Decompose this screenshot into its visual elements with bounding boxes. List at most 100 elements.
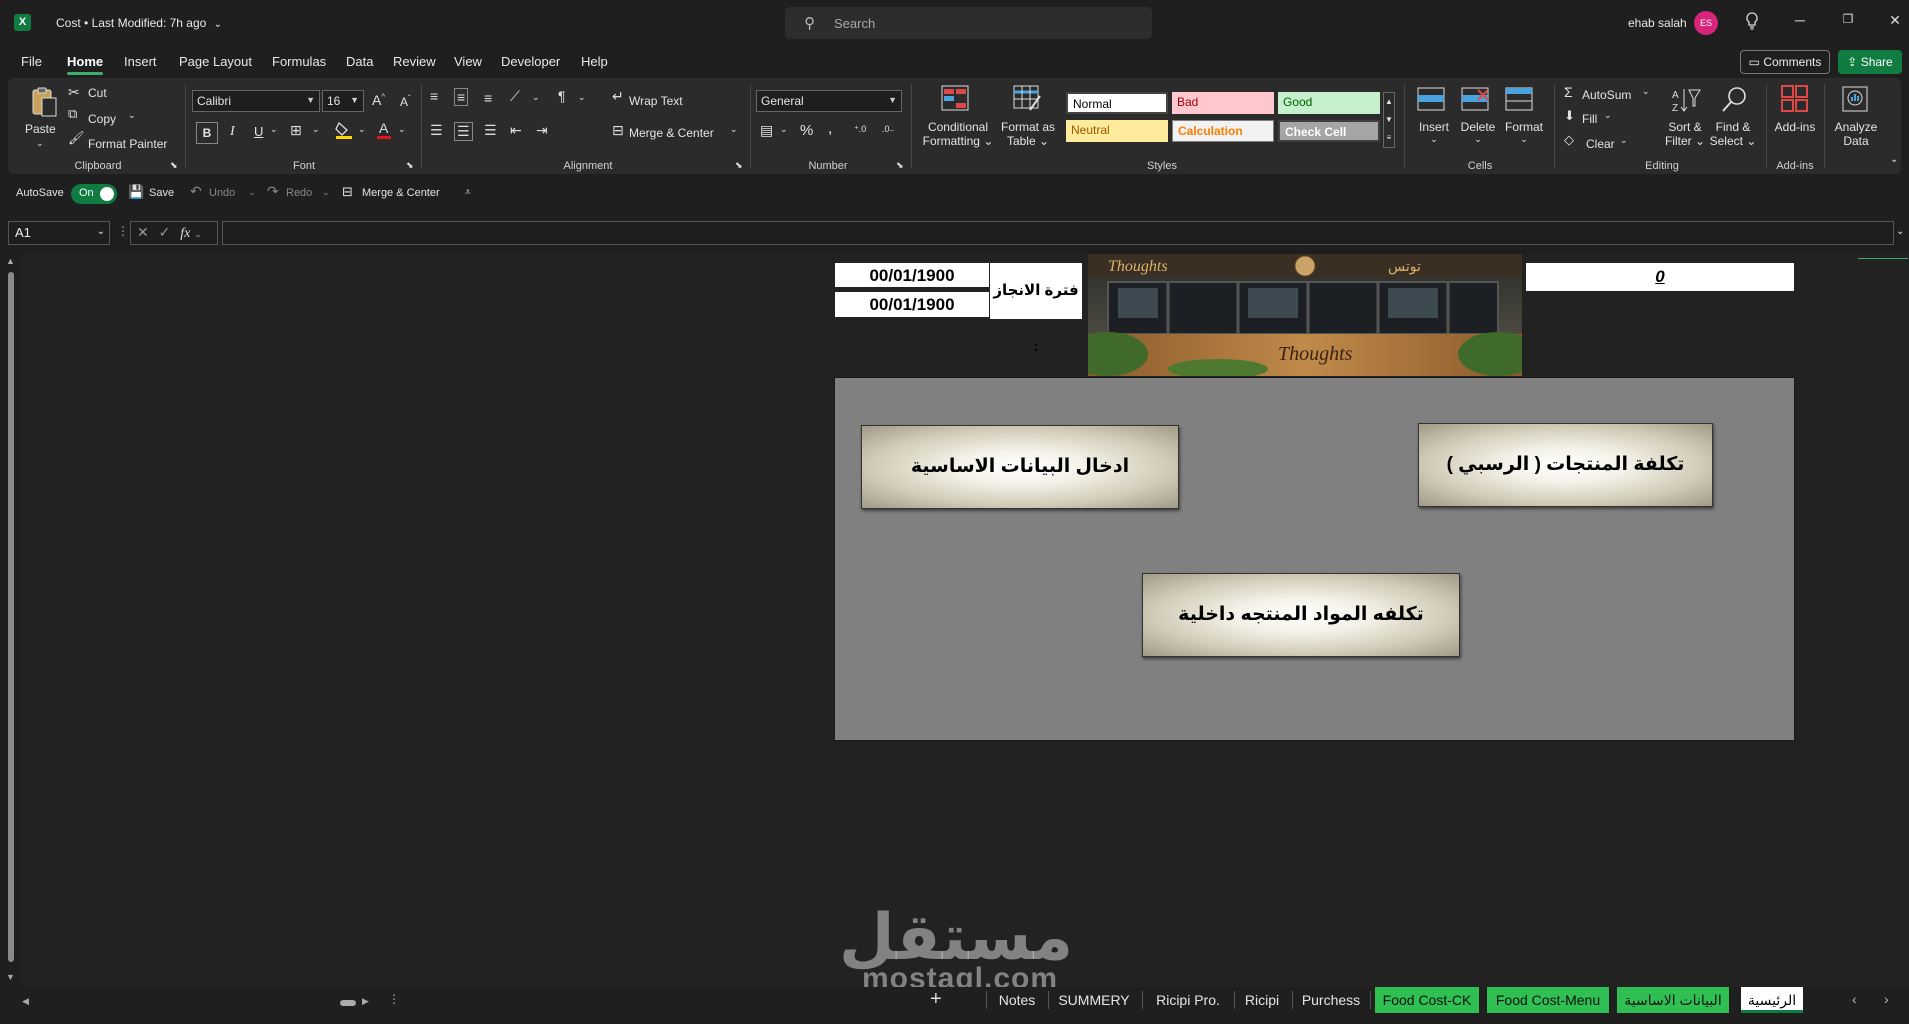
date-to-cell[interactable]: 00/01/1900 — [835, 292, 989, 317]
tab-help[interactable]: Help — [581, 54, 608, 69]
fill-button[interactable]: Fill — [1582, 112, 1597, 126]
increase-font-icon[interactable]: A^ — [372, 92, 385, 108]
style-check-cell[interactable]: Check Cell — [1278, 120, 1380, 142]
paste-button[interactable]: Paste — [25, 122, 56, 136]
chevron-down-icon[interactable]: ⌄ — [1620, 135, 1628, 146]
clear-button[interactable]: Clear — [1586, 137, 1615, 151]
search-input[interactable]: ⚲ Search — [785, 7, 1152, 39]
currency-icon[interactable]: ▤ — [760, 122, 773, 139]
dialog-launcher-icon[interactable]: ⬊ — [170, 160, 178, 171]
save-button[interactable]: Save — [149, 187, 174, 199]
customize-qat-icon[interactable]: ⩡ — [465, 187, 471, 198]
date-from-cell[interactable]: 00/01/1900 — [835, 263, 989, 288]
tab-insert[interactable]: Insert — [124, 54, 157, 69]
bold-button[interactable]: B — [196, 122, 218, 144]
format-as-table-icon[interactable] — [1012, 84, 1044, 112]
align-left-icon[interactable]: ☰ — [430, 122, 443, 139]
scroll-up-icon[interactable]: ▲ — [6, 256, 15, 266]
delete-cells-icon[interactable] — [1460, 86, 1492, 114]
decrease-font-icon[interactable]: Aˇ — [400, 94, 411, 109]
user-name[interactable]: ehab salah — [1628, 16, 1687, 30]
insert-function-button[interactable]: fx — [180, 226, 190, 241]
restore-icon[interactable]: ❐ — [1833, 12, 1863, 26]
delete-cells-button[interactable]: Delete ⌄ — [1458, 120, 1498, 145]
align-top-icon[interactable]: ≡ — [430, 88, 438, 104]
chevron-down-icon[interactable]: ⌄ — [36, 138, 44, 149]
horizontal-scrollbar[interactable]: ◀ ▶ — [22, 995, 372, 1011]
chevron-down-icon[interactable]: ⌄ — [128, 110, 136, 121]
conditional-formatting-icon[interactable] — [940, 84, 972, 112]
align-middle-icon[interactable]: ≡ — [454, 88, 469, 106]
document-title[interactable]: Cost • Last Modified: 7h ago ⌄ — [56, 16, 222, 30]
basic-data-button[interactable]: ادخال البيانات الاساسية — [861, 425, 1179, 509]
style-bad[interactable]: Bad — [1172, 92, 1274, 114]
percent-icon[interactable]: % — [800, 122, 813, 139]
chevron-down-icon[interactable]: ⌄ — [780, 124, 788, 135]
sheet-tab-food-cost-menu[interactable]: Food Cost-Menu — [1487, 987, 1609, 1013]
find-select-icon[interactable] — [1720, 84, 1752, 112]
style-neutral[interactable]: Neutral — [1066, 120, 1168, 142]
orientation-icon[interactable]: ⟋ — [510, 88, 520, 105]
font-size-select[interactable]: 16 ▼ — [322, 90, 364, 112]
chevron-down-icon[interactable]: ⌄ — [578, 92, 586, 103]
sheet-tab-food-cost-ck[interactable]: Food Cost-CK — [1375, 987, 1479, 1013]
value-cell[interactable]: 0 — [1526, 263, 1794, 291]
style-normal[interactable]: Normal — [1066, 92, 1168, 114]
format-cells-button[interactable]: Format ⌄ — [1502, 120, 1546, 145]
autosum-button[interactable]: AutoSum — [1582, 88, 1631, 102]
scroll-thumb[interactable] — [340, 1000, 356, 1006]
tab-home[interactable]: Home — [67, 54, 104, 75]
font-color-icon[interactable]: A — [376, 120, 392, 143]
sort-filter-button[interactable]: Sort & Filter ⌄ — [1660, 120, 1710, 148]
decrease-indent-icon[interactable]: ⇤ — [510, 122, 522, 139]
conditional-formatting-button[interactable]: Conditional Formatting ⌄ — [922, 120, 994, 148]
tab-page-layout[interactable]: Page Layout — [179, 54, 252, 69]
underline-button[interactable]: U — [254, 124, 263, 139]
borders-icon[interactable]: ⊞ — [290, 122, 302, 139]
merge-center-button[interactable]: Merge & Center — [629, 126, 714, 140]
chevron-down-icon[interactable]: ⌄ — [248, 187, 256, 198]
analyze-data-icon[interactable] — [1840, 84, 1872, 112]
sheet-tab-purchess[interactable]: Purchess — [1298, 987, 1364, 1013]
minimize-icon[interactable]: ─ — [1785, 12, 1815, 28]
ribbon-collapse-icon[interactable]: ⌄ — [1890, 154, 1898, 165]
redo-button[interactable]: Redo — [286, 187, 312, 199]
dialog-launcher-icon[interactable]: ⬊ — [896, 160, 904, 171]
chevron-down-icon[interactable]: ⌄ — [270, 124, 278, 135]
addins-button[interactable]: Add-ins — [1772, 120, 1818, 134]
sheet-tab-notes[interactable]: Notes — [992, 987, 1042, 1013]
align-right-icon[interactable]: ☰ — [484, 122, 497, 139]
sheet-tab-main[interactable]: الرئيسية — [1741, 987, 1803, 1013]
align-bottom-icon[interactable]: ≡ — [484, 90, 492, 106]
chevron-right-icon[interactable]: › — [1884, 991, 1889, 1007]
chevron-down-icon[interactable]: ⌄ — [1604, 110, 1612, 121]
sort-filter-icon[interactable]: AZ — [1670, 86, 1702, 114]
cut-button[interactable]: Cut — [88, 86, 107, 100]
sheet-tab-ricipi-pro[interactable]: Ricipi Pro. — [1148, 987, 1228, 1013]
chevron-down-icon[interactable]: ⌄ — [730, 124, 738, 135]
paste-icon[interactable] — [28, 86, 60, 117]
tab-data[interactable]: Data — [346, 54, 373, 69]
sheet-tab-basic-data[interactable]: البيانات الاساسية — [1617, 987, 1729, 1013]
close-icon[interactable]: ✕ — [1880, 12, 1909, 29]
internal-materials-cost-button[interactable]: تكلفه المواد المنتجه داخلية — [1142, 573, 1460, 657]
undo-button[interactable]: Undo — [209, 187, 235, 199]
tab-split-handle[interactable]: ⋮ — [388, 992, 400, 1006]
formula-input[interactable] — [222, 221, 1894, 245]
styles-gallery-scroll[interactable]: ▲ ▼ ≡ — [1383, 92, 1395, 148]
cancel-icon[interactable]: ✕ — [137, 224, 149, 240]
qat-merge-center-button[interactable]: Merge & Center — [362, 187, 440, 199]
lightbulb-icon[interactable] — [1745, 12, 1759, 35]
increase-decimal-icon[interactable]: ⁺.0 — [854, 124, 866, 135]
tab-review[interactable]: Review — [393, 54, 436, 69]
font-name-select[interactable]: Calibri ▼ — [192, 90, 320, 112]
comma-style-icon[interactable]: , — [828, 120, 832, 138]
scroll-down-icon[interactable]: ▼ — [6, 972, 15, 982]
sheet-tab-summery[interactable]: SUMMERY — [1054, 987, 1134, 1013]
copy-button[interactable]: Copy — [88, 112, 116, 126]
insert-cells-icon[interactable] — [1416, 86, 1448, 114]
dialog-launcher-icon[interactable]: ⬊ — [735, 160, 743, 171]
analyze-data-button[interactable]: Analyze Data — [1830, 120, 1882, 148]
tab-file[interactable]: File — [21, 54, 42, 69]
number-format-select[interactable]: General ▼ — [756, 90, 902, 112]
